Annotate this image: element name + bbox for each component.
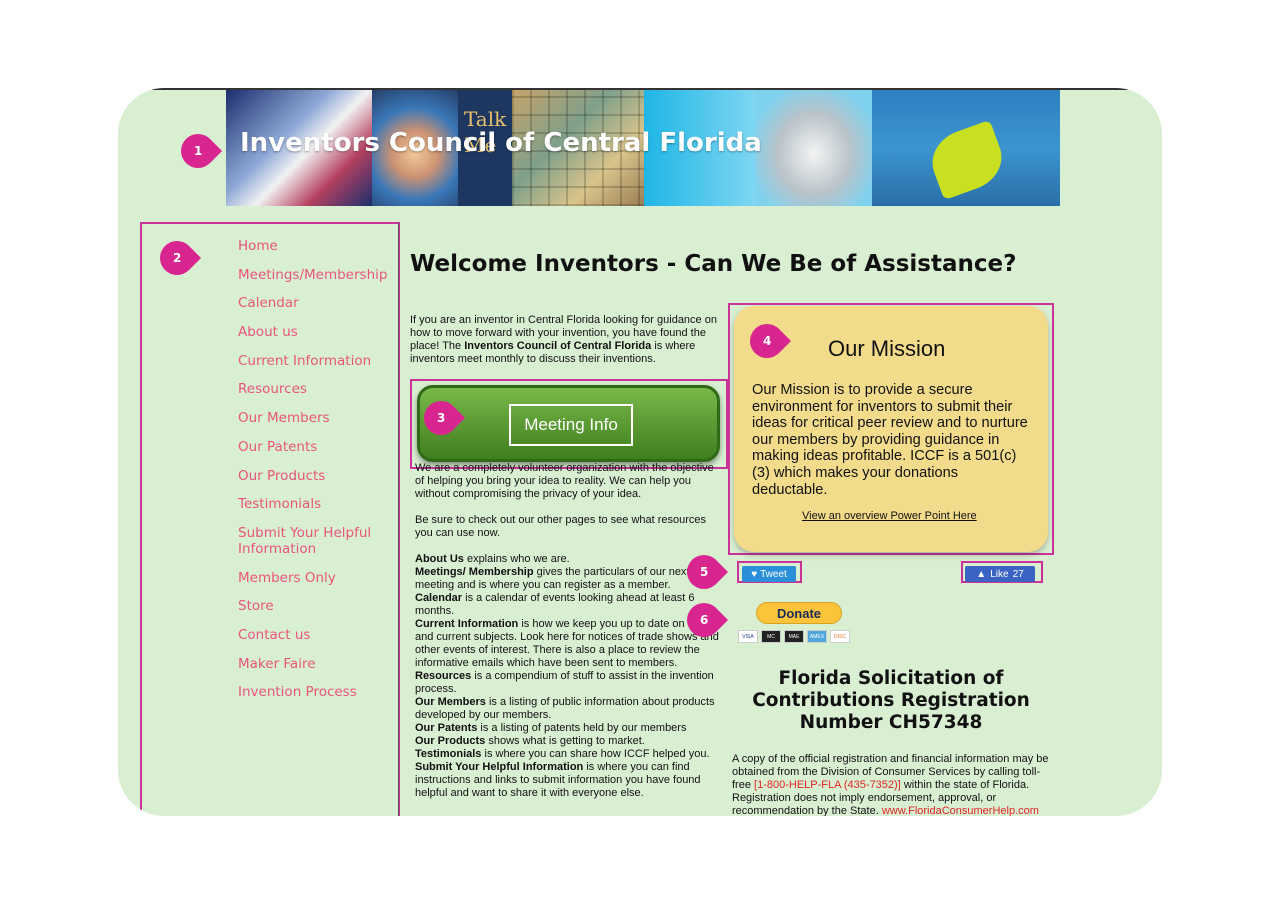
nav-testimonials[interactable]: Testimonials <box>238 496 438 512</box>
intro-paragraph: If you are an inventor in Central Florid… <box>410 314 730 366</box>
desc-current-information: Current Information is how we keep you u… <box>415 618 723 670</box>
amex-card-icon: AMEX <box>807 630 827 643</box>
desc-submit-information: Submit Your Helpful Information is where… <box>415 761 723 800</box>
nav-contact-us[interactable]: Contact us <box>238 627 438 643</box>
desc-about-us: About Us explains who we are. <box>415 553 723 566</box>
twitter-bird-icon: ♥ <box>751 568 758 580</box>
desc-text: is where you can share how ICCF helped y… <box>481 748 710 760</box>
nav-maker-faire[interactable]: Maker Faire <box>238 656 438 672</box>
nav-calendar[interactable]: Calendar <box>238 295 438 311</box>
desc-term: Meetings/ Membership <box>415 566 534 578</box>
nav-current-information[interactable]: Current Information <box>238 353 438 369</box>
desc-our-members: Our Members is a listing of public infor… <box>415 696 723 722</box>
mission-text: Our Mission is to provide a secure envir… <box>752 382 1028 498</box>
facebook-like-button[interactable]: ▲ Like 27 <box>965 566 1035 582</box>
registration-heading: Florida Solicitation of Contributions Re… <box>752 668 1030 733</box>
callout-number: 5 <box>699 564 709 579</box>
nav-about-us[interactable]: About us <box>238 324 438 340</box>
powerpoint-link[interactable]: View an overview Power Point Here <box>802 510 977 522</box>
desc-term: Our Patents <box>415 722 478 734</box>
meeting-info-button[interactable]: Meeting Info <box>417 385 720 462</box>
intro-org-name: Inventors Council of Central Florida <box>464 340 652 352</box>
registration-phone-link[interactable]: [1-800-HELP-FLA (435-7352)] <box>754 779 901 791</box>
nav-meetings-membership[interactable]: Meetings/Membership <box>238 267 438 283</box>
desc-term: Our Members <box>415 696 486 708</box>
desc-term: About Us <box>415 553 464 565</box>
like-label: Like <box>990 568 1009 580</box>
maestro-card-icon: MAE <box>784 630 804 643</box>
nav-home[interactable]: Home <box>238 238 438 254</box>
desc-term: Submit Your Helpful Information <box>415 761 584 773</box>
tweet-button[interactable]: ♥ Tweet <box>742 566 796 582</box>
desc-term: Our Products <box>415 735 486 747</box>
nav-store[interactable]: Store <box>238 598 438 614</box>
desc-testimonials: Testimonials is where you can share how … <box>415 748 723 761</box>
nav-our-products[interactable]: Our Products <box>238 468 438 484</box>
desc-our-patents: Our Patents is a listing of patents held… <box>415 722 723 735</box>
nav-submit-information[interactable]: Submit Your Helpful Information <box>238 525 378 557</box>
desc-meetings: Meetings/ Membership gives the particula… <box>415 566 723 592</box>
nav-our-patents[interactable]: Our Patents <box>238 439 438 455</box>
desc-calendar: Calendar is a calendar of events looking… <box>415 592 723 618</box>
donate-button[interactable]: Donate <box>756 602 842 624</box>
nav-our-members[interactable]: Our Members <box>238 410 438 426</box>
mission-title: Our Mission <box>828 336 946 361</box>
visa-card-icon: VISA <box>738 630 758 643</box>
desc-term: Calendar <box>415 592 463 604</box>
registration-text: A copy of the official registration and … <box>732 753 1054 816</box>
meeting-info-label: Meeting Info <box>509 404 633 446</box>
desc-term: Testimonials <box>415 748 482 760</box>
callout-number: 3 <box>436 410 446 425</box>
sidebar-nav: Home Meetings/Membership Calendar About … <box>238 238 438 713</box>
desc-text: explains who we are. <box>463 553 570 565</box>
callout-number: 2 <box>172 250 182 265</box>
volunteer-paragraph: We are a completely volunteer organizati… <box>415 462 714 500</box>
discover-card-icon: DISC <box>830 630 850 643</box>
desc-text: is a listing of patents held by our memb… <box>477 722 687 734</box>
desc-text: shows what is getting to market. <box>485 735 645 747</box>
nav-members-only[interactable]: Members Only <box>238 570 438 586</box>
payment-cards: VISA MC MAE AMEX DISC <box>738 630 850 643</box>
site-title[interactable]: Inventors Council of Central Florida <box>240 128 762 158</box>
mastercard-icon: MC <box>761 630 781 643</box>
main-body-text: We are a completely volunteer organizati… <box>415 462 723 800</box>
callout-number: 6 <box>699 612 709 627</box>
consumer-help-link[interactable]: www.FloridaConsumerHelp.com <box>882 805 1039 816</box>
page-heading: Welcome Inventors - Can We Be of Assista… <box>410 251 1017 277</box>
banner-image-underwater <box>872 90 1060 206</box>
callout-number: 4 <box>762 333 772 348</box>
thumbs-up-icon: ▲ <box>976 568 987 580</box>
nav-resources[interactable]: Resources <box>238 381 438 397</box>
browser-viewport: Talk Me Inventors Council of Central Flo… <box>118 88 1162 816</box>
desc-resources: Resources is a compendium of stuff to as… <box>415 670 723 696</box>
resources-paragraph: Be sure to check out our other pages to … <box>415 514 707 539</box>
nav-invention-process[interactable]: Invention Process <box>238 684 438 700</box>
desc-term: Resources <box>415 670 472 682</box>
page-descriptions: About Us explains who we are. Meetings/ … <box>415 553 723 800</box>
desc-term: Current Information <box>415 618 519 630</box>
sidebar-divider <box>398 222 399 816</box>
like-count: 27 <box>1012 568 1024 580</box>
tweet-label: Tweet <box>760 568 787 580</box>
desc-our-products: Our Products shows what is getting to ma… <box>415 735 723 748</box>
banner-image-device <box>756 90 872 206</box>
callout-number: 1 <box>193 143 203 158</box>
